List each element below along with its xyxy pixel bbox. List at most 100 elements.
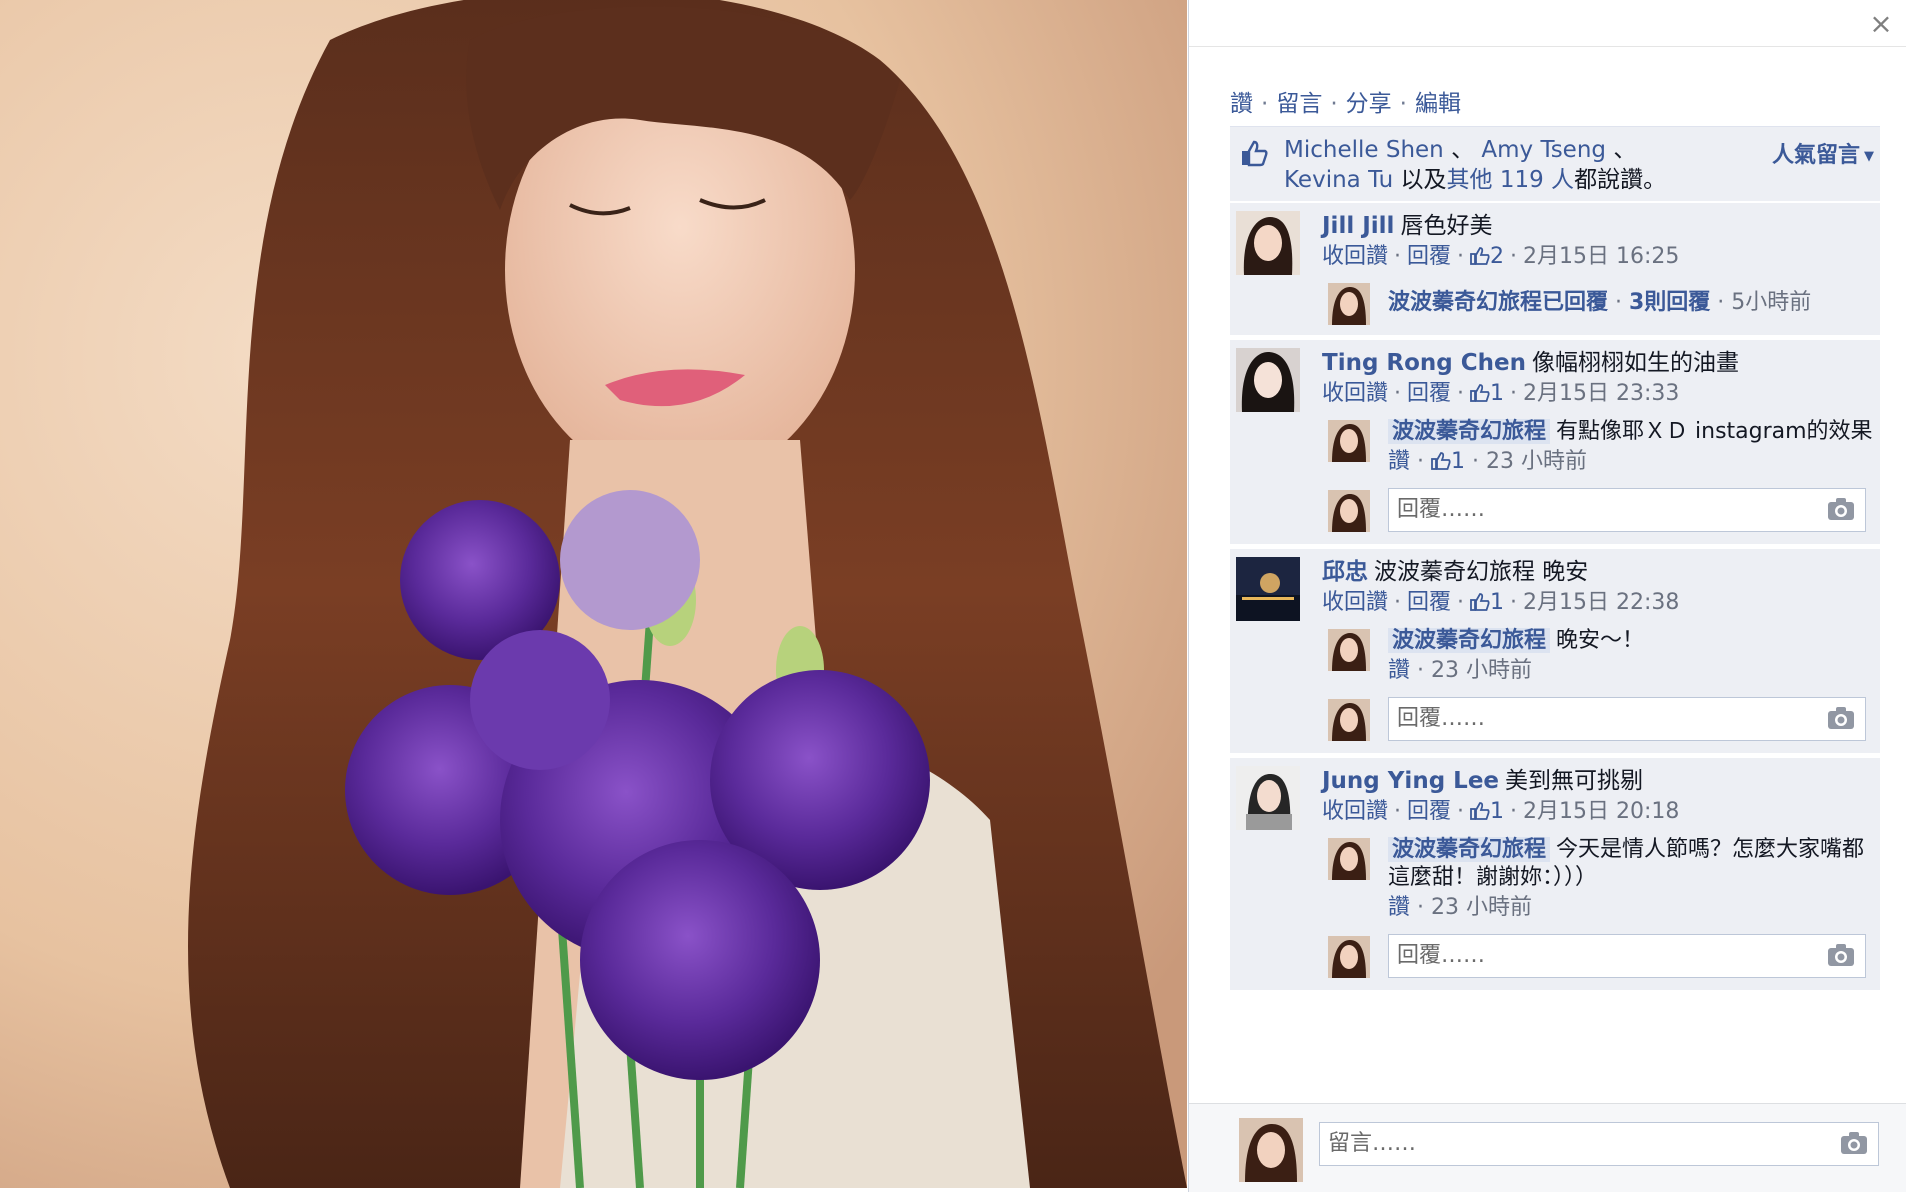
unlike-link[interactable]: 收回讚 xyxy=(1322,244,1388,269)
replies-summary-text: 波波蓁奇幻旅程已回覆 · 3則回覆 · 5小時前 xyxy=(1388,281,1874,325)
liker-link[interactable]: Kevina Tu xyxy=(1284,167,1393,193)
comment-input[interactable] xyxy=(1320,1123,1783,1163)
like-count: 2 xyxy=(1490,244,1505,269)
comment-item: Ting Rong Chen 像幅栩栩如生的油畫 收回讚 · 回覆 · 1 · 2月15日 2… xyxy=(1230,339,1880,544)
reply-link[interactable]: 回覆 xyxy=(1407,244,1451,269)
reply-author[interactable]: 波波蓁奇幻旅程 xyxy=(1388,837,1551,862)
avatar xyxy=(1328,490,1370,532)
likes-and: 以及 xyxy=(1393,167,1447,193)
camera-icon[interactable] xyxy=(1840,1131,1868,1155)
reply-composer xyxy=(1322,488,1874,534)
avatar[interactable] xyxy=(1236,211,1300,275)
comment-author[interactable]: 邱忠 xyxy=(1322,559,1368,585)
avatar[interactable] xyxy=(1236,557,1300,621)
comment-list[interactable]: Jill Jill 唇色好美 收回讚 · 回覆 · 2 · 2月15日 16:25 波波蓁奇幻… xyxy=(1230,202,1880,1104)
separator: · xyxy=(1394,244,1402,269)
comment-link[interactable]: 留言 xyxy=(1276,91,1322,117)
reply-time[interactable]: 23 小時前 xyxy=(1486,449,1587,474)
unlike-link[interactable]: 收回讚 xyxy=(1322,799,1388,824)
separator: · xyxy=(1410,895,1431,920)
comment-item: Jung Ying Lee 美到無可挑剔 收回讚 · 回覆 · 1 · 2月15日 20:18… xyxy=(1230,757,1880,990)
replies-summary[interactable]: 波波蓁奇幻旅程已回覆 · 3則回覆 · 5小時前 xyxy=(1322,281,1874,325)
reply-like-count[interactable]: 1 xyxy=(1431,449,1465,474)
separator: · xyxy=(1394,799,1402,824)
camera-icon[interactable] xyxy=(1827,943,1855,967)
avatar[interactable] xyxy=(1236,348,1300,412)
reply-time[interactable]: 23 小時前 xyxy=(1431,658,1532,683)
thumbs-up-icon xyxy=(1242,140,1268,167)
separator: · xyxy=(1465,449,1486,474)
reply-composer xyxy=(1322,697,1874,743)
separator: · xyxy=(1457,590,1465,615)
separator: · xyxy=(1410,449,1431,474)
liker-link[interactable]: Michelle Shen xyxy=(1284,137,1444,163)
unlike-link[interactable]: 收回讚 xyxy=(1322,381,1388,406)
comment-time[interactable]: 2月15日 20:18 xyxy=(1523,799,1679,824)
avatar[interactable] xyxy=(1328,420,1370,462)
comment-author[interactable]: Jill Jill xyxy=(1322,213,1394,239)
separator: · xyxy=(1457,799,1465,824)
comment-text: 波波蓁奇幻旅程 晚安 xyxy=(1374,559,1589,585)
replied-label: 波波蓁奇幻旅程已回覆 xyxy=(1388,290,1609,315)
comment-author[interactable]: Ting Rong Chen xyxy=(1322,350,1526,376)
reply-meta: 讚 · 23 小時前 xyxy=(1388,892,1874,924)
edit-link[interactable]: 編輯 xyxy=(1415,91,1461,117)
comment-like-count[interactable]: 1 xyxy=(1470,799,1504,824)
separator: 、 xyxy=(1443,137,1482,163)
separator: · xyxy=(1608,290,1629,315)
comment-body: 邱忠 波波蓁奇幻旅程 晚安 xyxy=(1322,557,1874,587)
unlike-link[interactable]: 收回讚 xyxy=(1322,590,1388,615)
camera-icon[interactable] xyxy=(1827,706,1855,730)
reply-link[interactable]: 回覆 xyxy=(1407,381,1451,406)
caret-down-icon: ▼ xyxy=(1864,148,1874,164)
share-link[interactable]: 分享 xyxy=(1346,91,1392,117)
comment-author[interactable]: Jung Ying Lee xyxy=(1322,768,1499,794)
reply-link[interactable]: 回覆 xyxy=(1407,590,1451,615)
camera-icon[interactable] xyxy=(1827,497,1855,521)
close-icon[interactable]: × xyxy=(1867,10,1895,38)
comment-time[interactable]: 2月15日 16:25 xyxy=(1523,244,1679,269)
reply-input[interactable] xyxy=(1389,935,1786,975)
like-link[interactable]: 讚 xyxy=(1388,895,1410,920)
like-link[interactable]: 讚 xyxy=(1388,658,1410,683)
separator: · xyxy=(1457,381,1465,406)
reply-input[interactable] xyxy=(1389,698,1786,738)
reply-time[interactable]: 23 小時前 xyxy=(1431,895,1532,920)
reply-author[interactable]: 波波蓁奇幻旅程 xyxy=(1388,628,1551,653)
like-link[interactable]: 讚 xyxy=(1388,449,1410,474)
comment-body: Ting Rong Chen 像幅栩栩如生的油畫 xyxy=(1322,348,1874,378)
separator: · xyxy=(1394,381,1402,406)
avatar[interactable] xyxy=(1328,838,1370,880)
reply-input[interactable] xyxy=(1389,489,1786,529)
comments-panel: × 讚 · 留言 · 分享 · 編輯 Michelle Shen 、 Amy Tseng 、… xyxy=(1188,0,1906,1192)
other-likers-link[interactable]: 其他 119 人 xyxy=(1447,167,1575,193)
avatar[interactable] xyxy=(1328,629,1370,671)
separator: · xyxy=(1510,244,1518,269)
top-comments-dropdown[interactable]: 人氣留言 ▼ xyxy=(1772,137,1874,169)
photo-viewer[interactable] xyxy=(0,0,1187,1188)
avatar[interactable] xyxy=(1236,766,1300,830)
likes-tail: 都說讚。 xyxy=(1574,167,1667,193)
comment-time[interactable]: 2月15日 22:38 xyxy=(1523,590,1679,615)
comment-item: Jill Jill 唇色好美 收回讚 · 回覆 · 2 · 2月15日 16:25 波波蓁奇幻… xyxy=(1230,202,1880,335)
thumbs-up-icon xyxy=(1470,247,1490,265)
thumbs-up-icon xyxy=(1470,384,1490,402)
separator: · xyxy=(1399,91,1407,117)
comment-meta: 收回讚 · 回覆 · 1 · 2月15日 20:18 xyxy=(1322,796,1874,828)
comment-like-count[interactable]: 2 xyxy=(1470,244,1504,269)
reply-input-box xyxy=(1388,934,1866,978)
comment-like-count[interactable]: 1 xyxy=(1470,381,1504,406)
like-count: 1 xyxy=(1490,590,1505,615)
reply-item: 波波蓁奇幻旅程 晚安～！ 讚 · 23 小時前 xyxy=(1322,627,1874,687)
reply-author[interactable]: 波波蓁奇幻旅程 xyxy=(1388,419,1551,444)
reply-text: 有點像耶ＸＤ instagram的效果 xyxy=(1556,419,1873,444)
comment-text: 唇色好美 xyxy=(1400,213,1493,239)
like-link[interactable]: 讚 xyxy=(1230,91,1253,117)
reply-count: 3則回覆 xyxy=(1629,290,1711,315)
liker-link[interactable]: Amy Tseng xyxy=(1481,137,1606,163)
separator: 、 xyxy=(1606,137,1637,163)
separator: · xyxy=(1510,381,1518,406)
reply-link[interactable]: 回覆 xyxy=(1407,799,1451,824)
comment-like-count[interactable]: 1 xyxy=(1470,590,1504,615)
comment-time[interactable]: 2月15日 23:33 xyxy=(1523,381,1679,406)
